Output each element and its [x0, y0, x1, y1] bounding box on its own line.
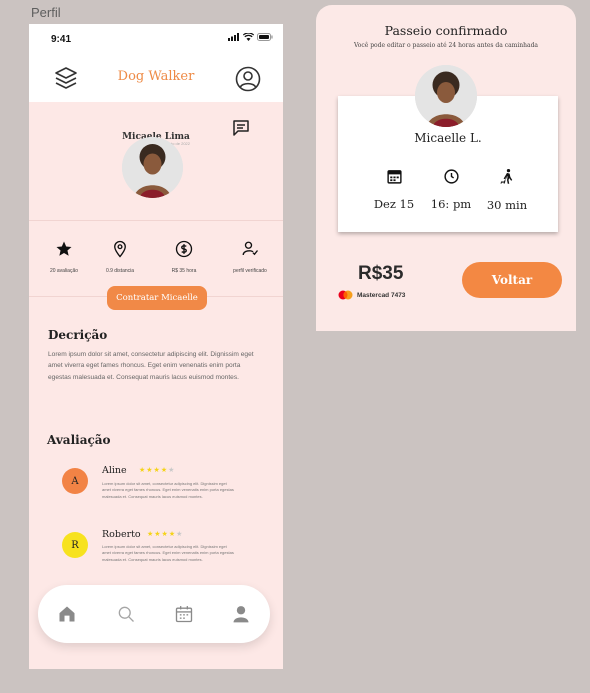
time-value: 16: pm — [430, 197, 472, 211]
location-pin-icon — [114, 240, 126, 258]
stat-price: R$ 35 hora — [153, 240, 215, 274]
filled-stars: ★★★★ — [139, 467, 169, 474]
review-text: Lorem ipsum dolor sit amet, consectetur … — [102, 481, 234, 499]
confirmation-title: Passeio confirmado — [384, 23, 508, 38]
review-text: Lorem ipsum dolor sit amet, consectetur … — [102, 544, 234, 562]
description-text: Lorem ipsum dolor sit amet, consectetur … — [48, 351, 254, 381]
empty-star: ★ — [176, 531, 184, 538]
walker-avatar — [415, 65, 477, 127]
divider — [29, 220, 283, 221]
status-icons — [228, 33, 273, 41]
top-bar: 9:41 Dog Walker — [29, 24, 283, 102]
reviews-title: Avaliação — [47, 433, 111, 447]
signal-icon — [228, 33, 239, 41]
stat-reviews: 20 avaliação — [33, 240, 95, 274]
reviewer-avatar: A — [62, 468, 88, 494]
back-button[interactable]: Voltar — [462, 262, 562, 298]
star-icon — [56, 241, 72, 256]
review-rating: ★★★★★ — [147, 530, 183, 538]
reviewer-avatar: R — [62, 532, 88, 558]
calendar-icon — [386, 170, 402, 184]
payment-method: Mastercad 7473 — [338, 290, 405, 300]
home-icon[interactable] — [57, 604, 77, 629]
hire-button[interactable]: Contratar Micaelle — [107, 286, 207, 310]
walk-duration: 30 min — [485, 168, 529, 212]
reviewer-name: Roberto — [102, 529, 141, 540]
stat-label: 20 avaliação — [49, 268, 79, 274]
filled-stars: ★★★★ — [147, 531, 177, 538]
stat-label: R$ 35 hora — [171, 268, 197, 274]
description-title: Decrição — [48, 328, 108, 342]
walk-time: 16: pm — [429, 168, 473, 211]
bottom-nav — [38, 585, 270, 643]
mastercard-icon — [338, 290, 353, 300]
stat-verified: perfil verificado — [219, 240, 281, 274]
frame-label: Perfil — [31, 5, 61, 20]
profile-icon[interactable] — [231, 604, 251, 629]
review-rating: ★★★★★ — [139, 466, 175, 474]
clock-icon — [443, 169, 459, 184]
walk-date: Dez 15 — [373, 168, 415, 211]
dog-walking-icon — [500, 168, 513, 184]
user-account-icon[interactable] — [235, 66, 261, 97]
chat-icon[interactable] — [232, 119, 250, 142]
walker-name: Micaelle L. — [414, 131, 482, 145]
verified-user-icon — [242, 241, 259, 256]
status-time: 9:41 — [51, 34, 72, 45]
stat-label: perfil verificado — [233, 268, 267, 274]
empty-star: ★ — [168, 467, 176, 474]
confirmation-panel: Passeio confirmado Você pode editar o pa… — [316, 5, 576, 331]
duration-value: 30 min — [486, 198, 528, 212]
reviewer-name: Aline — [102, 465, 127, 476]
profile-screen: 9:41 Dog Walker Micaele Lima Agosto de 2… — [29, 24, 283, 669]
price: R$35 — [358, 263, 404, 284]
battery-icon — [257, 33, 273, 41]
stat-distance: 0.9 distancia — [89, 240, 151, 274]
stat-label: 0.9 distancia — [105, 268, 135, 274]
card-label: Mastercad 7473 — [357, 291, 406, 299]
confirmation-subtitle: Você pode editar o passeio até 24 horas … — [353, 42, 538, 49]
dollar-icon — [175, 240, 193, 258]
search-icon[interactable] — [116, 604, 136, 629]
date-value: Dez 15 — [373, 197, 415, 211]
wifi-icon — [243, 33, 254, 41]
profile-avatar — [122, 137, 183, 198]
calendar-icon[interactable] — [174, 604, 194, 629]
